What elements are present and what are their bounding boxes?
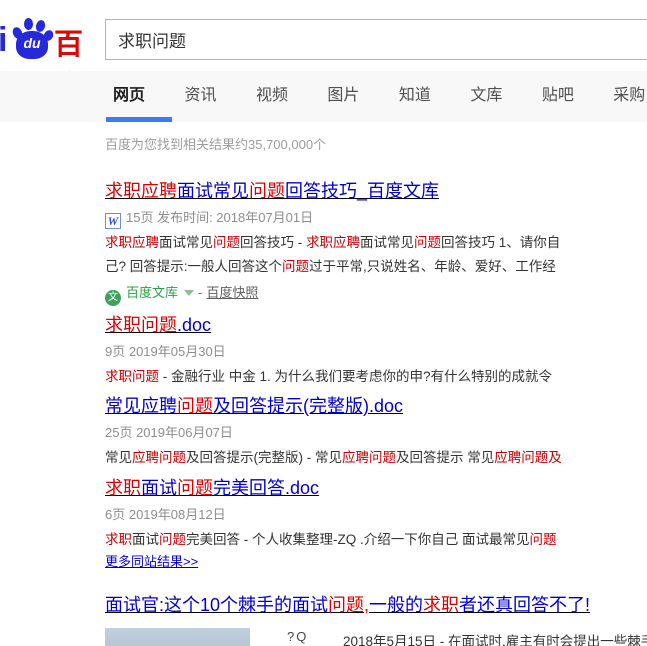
tab-tieba[interactable]: 贴吧	[542, 71, 574, 120]
chevron-down-icon[interactable]	[184, 290, 194, 296]
result-abstract: 常见应聘问题及回答提示(完整版) - 常见应聘问题及回答提示 常见应聘问题及	[105, 446, 647, 470]
result-snippet: 2018年5月15日 - 在面试时,雇主有时会提出一些棘手	[343, 630, 647, 646]
header: i du 百度	[0, 0, 647, 71]
result-title-link[interactable]: 求职问题.doc	[105, 312, 647, 338]
word-doc-icon: W	[105, 213, 121, 229]
result-meta: W 15页 发布时间: 2018年07月01日	[105, 207, 647, 229]
abstract-line: 常见应聘问题及回答提示(完整版) - 常见应聘问题及回答提示 常见应聘问题及	[105, 446, 647, 470]
result-source-row: 文百度文库 -百度快照	[105, 283, 647, 306]
result-thumbnail-art: ?Q	[287, 629, 308, 644]
result-thumbnail[interactable]	[105, 628, 250, 646]
snapshot-link[interactable]: 百度快照	[206, 285, 258, 300]
tab-bar: 网页 资讯 视频 图片 知道 文库 贴吧 采购	[0, 71, 647, 122]
result-meta: 25页 2019年06月07日	[105, 422, 647, 444]
tab-wenku[interactable]: 文库	[470, 71, 502, 120]
tab-zhidao[interactable]: 知道	[399, 71, 431, 120]
result-abstract: 求职应聘面试常见问题回答技巧 - 求职应聘面试常见问题回答技巧 1、请你自 己?…	[105, 231, 647, 279]
result-meta-text: 15页 发布时间: 2018年07月01日	[126, 210, 313, 225]
tab-caigou[interactable]: 采购	[613, 71, 645, 120]
search-input[interactable]	[105, 19, 647, 60]
active-tab-underline	[106, 117, 172, 122]
tab-image[interactable]: 图片	[327, 71, 359, 120]
result-title-link[interactable]: 求职应聘面试常见问题回答技巧_百度文库	[105, 178, 647, 204]
source-site-link[interactable]: 百度文库	[126, 285, 178, 300]
abstract-line: 求职问题 - 金融行业 中金 1. 为什么我们要考虑你的申?有什么特别的成就令	[105, 365, 647, 389]
result-title-link[interactable]: 常见应聘问题及回答提示(完整版).doc	[105, 393, 647, 419]
baidu-paw-du-text: du	[16, 35, 48, 51]
more-same-site-link[interactable]: 更多同站结果>>	[105, 551, 198, 570]
tab-webpage[interactable]: 网页	[113, 71, 145, 120]
result-meta: 6页 2019年08月12日	[105, 504, 647, 526]
result-meta: 9页 2019年05月30日	[105, 341, 647, 363]
search-result-3: 常见应聘问题及回答提示(完整版).doc 25页 2019年06月07日 常见应…	[105, 393, 647, 470]
result-title-link[interactable]: 求职面试问题完美回答.doc	[105, 475, 647, 501]
result-abstract: 求职问题 - 金融行业 中金 1. 为什么我们要考虑你的申?有什么特别的成就令	[105, 365, 647, 389]
source-dash: -	[198, 285, 202, 300]
result-abstract: 求职面试问题完美回答 - 个人收集整理-ZQ .介绍一下你自己 面试最常见问题	[105, 528, 647, 552]
search-result-2: 求职问题.doc 9页 2019年05月30日 求职问题 - 金融行业 中金 1…	[105, 312, 647, 389]
tab-news[interactable]: 资讯	[184, 71, 216, 120]
baidu-logo[interactable]: i du 百度	[0, 13, 100, 61]
search-result-5: 面试官:这个10个棘手的面试问题,一般的求职者还真回答不了!	[105, 592, 647, 618]
baidu-logo-letter: i	[0, 21, 7, 60]
baidu-serp-page: i du 百度 网页 资讯 视频 图片 知道 文库 贴吧 采购 百度为您找到相关…	[0, 0, 647, 646]
tab-video[interactable]: 视频	[256, 71, 288, 120]
abstract-line: 己? 回答提示:一般人回答这个问题过于平常,只说姓名、年龄、爱好、工作经	[105, 255, 647, 279]
search-result-4: 求职面试问题完美回答.doc 6页 2019年08月12日 求职面试问题完美回答…	[105, 475, 647, 552]
abstract-line: 求职应聘面试常见问题回答技巧 - 求职应聘面试常见问题回答技巧 1、请你自	[105, 231, 647, 255]
wenku-icon: 文	[105, 290, 121, 306]
search-result-1: 求职应聘面试常见问题回答技巧_百度文库 W 15页 发布时间: 2018年07月0…	[105, 178, 647, 306]
results-count: 百度为您找到相关结果约35,700,000个	[105, 134, 326, 153]
abstract-line: 求职面试问题完美回答 - 个人收集整理-ZQ .介绍一下你自己 面试最常见问题	[105, 528, 647, 552]
baidu-paw-icon: du	[10, 15, 54, 61]
result-title-link[interactable]: 面试官:这个10个棘手的面试问题,一般的求职者还真回答不了!	[105, 592, 647, 618]
